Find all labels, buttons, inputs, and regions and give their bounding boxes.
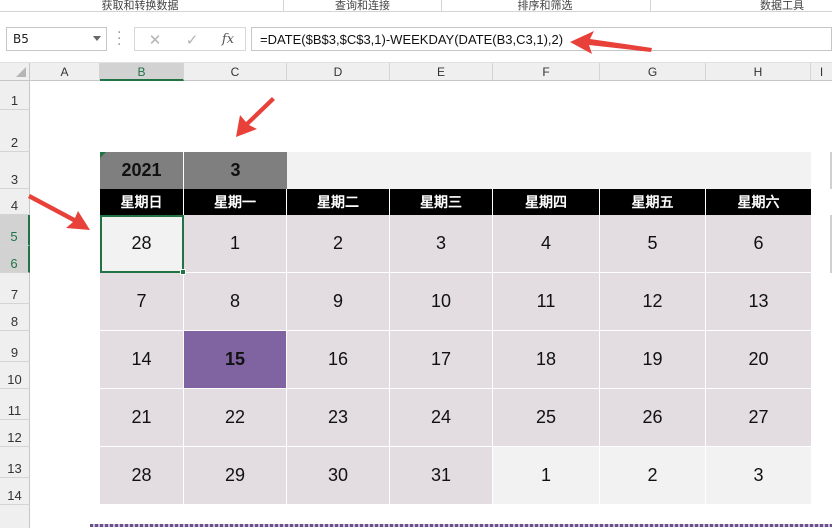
row-header-3[interactable]: 3 [0, 152, 30, 189]
day-cell[interactable]: 30 [287, 447, 390, 505]
year-cell[interactable]: 2021 [100, 152, 184, 189]
day-cell[interactable]: 23 [287, 389, 390, 447]
row-header-1[interactable]: 1 [0, 81, 30, 110]
row-header-6[interactable]: 6 [0, 246, 30, 273]
row-header-13[interactable]: 13 [0, 447, 30, 478]
day-cell[interactable]: 25 [493, 389, 600, 447]
ribbon-separator [283, 0, 284, 12]
arrow-to-month [236, 97, 275, 137]
row-header-14[interactable]: 14 [0, 478, 30, 505]
day-cell[interactable]: 19 [600, 331, 706, 389]
day-cell[interactable]: 29 [184, 447, 287, 505]
arrow-to-first-day [28, 194, 90, 230]
ribbon-group-strip: 获取和转换数据 查询和连接 排序和筛选 数据工具 [0, 0, 832, 12]
day-cell[interactable]: 2 [287, 215, 390, 273]
column-header-g[interactable]: G [600, 63, 706, 81]
name-box-value: B5 [13, 32, 29, 46]
day-cell[interactable]: 24 [390, 389, 493, 447]
day-cell[interactable]: 3 [390, 215, 493, 273]
day-cell[interactable]: 16 [287, 331, 390, 389]
name-box[interactable]: B5 [6, 27, 107, 51]
cancel-icon[interactable]: ✕ [145, 30, 165, 50]
dotted-border [90, 524, 832, 527]
day-cell[interactable]: 28 [100, 447, 184, 505]
error-indicator-icon [100, 152, 106, 158]
insert-function-icon[interactable]: fx [218, 30, 238, 50]
row-header-15[interactable] [0, 505, 30, 528]
row-header-8[interactable]: 8 [0, 304, 30, 331]
row-header-12[interactable]: 12 [0, 420, 30, 447]
day-cell-highlighted[interactable]: 15 [184, 331, 287, 389]
formula-bar: B5 · · · ✕ ✓ fx =DATE($B$3,$C$3,1)-WEEKDAY… [0, 12, 832, 63]
day-cell[interactable]: 26 [600, 389, 706, 447]
weekday-friday[interactable]: 星期五 [600, 189, 706, 215]
day-cell[interactable]: 2 [600, 447, 706, 505]
day-cell[interactable]: 12 [600, 273, 706, 331]
ribbon-separator [650, 0, 651, 12]
day-cell[interactable]: 21 [100, 389, 184, 447]
day-cell[interactable]: 6 [706, 215, 811, 273]
weekday-thursday[interactable]: 星期四 [493, 189, 600, 215]
day-cell[interactable]: 5 [600, 215, 706, 273]
day-cell[interactable]: 11 [493, 273, 600, 331]
weekday-tuesday[interactable]: 星期二 [287, 189, 390, 215]
weekday-saturday[interactable]: 星期六 [706, 189, 811, 215]
day-cell[interactable]: 14 [100, 331, 184, 389]
enter-icon[interactable]: ✓ [182, 30, 202, 50]
weekday-wednesday[interactable]: 星期三 [390, 189, 493, 215]
column-header-h[interactable]: H [706, 63, 811, 81]
day-cell[interactable]: 13 [706, 273, 811, 331]
select-all-icon [16, 67, 26, 77]
row3-fill [287, 152, 811, 189]
chevron-down-icon[interactable] [93, 36, 101, 41]
day-cell[interactable]: 17 [390, 331, 493, 389]
ribbon-separator [441, 0, 442, 12]
select-all-button[interactable] [0, 63, 30, 81]
ribbon-group-sort-filter: 排序和筛选 [517, 0, 573, 12]
column-header-c[interactable]: C [184, 63, 287, 81]
day-cell[interactable]: 10 [390, 273, 493, 331]
ribbon-group-get-transform: 获取和转换数据 [101, 0, 179, 12]
day-cell[interactable]: 20 [706, 331, 811, 389]
row-header-10[interactable]: 10 [0, 362, 30, 389]
weekday-monday[interactable]: 星期一 [184, 189, 287, 215]
day-cell[interactable]: 22 [184, 389, 287, 447]
day-cell[interactable]: 1 [493, 447, 600, 505]
row-header-11[interactable]: 11 [0, 389, 30, 420]
ribbon-group-data-tools: 数据工具 [760, 0, 804, 12]
month-cell[interactable]: 3 [184, 152, 287, 189]
weekday-sunday[interactable]: 星期日 [100, 189, 184, 215]
day-cell[interactable]: 7 [100, 273, 184, 331]
day-cell[interactable]: 9 [287, 273, 390, 331]
column-header-f[interactable]: F [493, 63, 600, 81]
column-header-a[interactable]: A [30, 63, 100, 81]
column-header-e[interactable]: E [390, 63, 493, 81]
formula-buttons: ✕ ✓ fx [134, 27, 246, 51]
row-header-5[interactable]: 5 [0, 215, 30, 246]
column-header-d[interactable]: D [287, 63, 390, 81]
row-header-9[interactable]: 9 [0, 331, 30, 362]
day-cell[interactable]: 28 [100, 215, 184, 273]
day-cell[interactable]: 3 [706, 447, 811, 505]
day-cell[interactable]: 4 [493, 215, 600, 273]
day-cell[interactable]: 27 [706, 389, 811, 447]
day-cell[interactable]: 8 [184, 273, 287, 331]
column-header-b[interactable]: B [100, 63, 184, 81]
day-cell[interactable]: 18 [493, 331, 600, 389]
row-header-4[interactable]: 4 [0, 189, 30, 215]
day-cell[interactable]: 31 [390, 447, 493, 505]
formula-input[interactable]: =DATE($B$3,$C$3,1)-WEEKDAY(DATE(B3,C3,1)… [251, 27, 832, 51]
ribbon-group-queries: 查询和连接 [335, 0, 390, 12]
grip-icon[interactable]: · · · [117, 26, 121, 52]
row-header-2[interactable]: 2 [0, 110, 30, 152]
column-header-i[interactable]: I [811, 63, 832, 81]
day-cell[interactable]: 1 [184, 215, 287, 273]
row-header-7[interactable]: 7 [0, 273, 30, 304]
